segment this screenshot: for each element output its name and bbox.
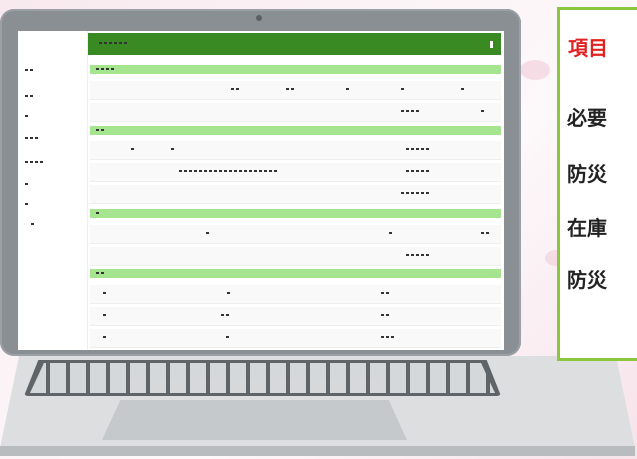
panel-line-4: 防災 <box>567 268 607 292</box>
table-cell <box>480 230 490 237</box>
panel-line-3: 在庫 <box>567 216 607 240</box>
panel-line-2: 防災 <box>567 162 607 186</box>
sidebar-item[interactable] <box>24 181 29 188</box>
webcam-icon <box>256 15 262 21</box>
table-cell <box>405 252 430 259</box>
laptop-screen <box>18 31 504 350</box>
table-cell <box>380 312 390 319</box>
petal-decoration <box>520 60 550 80</box>
table-row[interactable] <box>90 185 501 204</box>
sidebar-item[interactable] <box>30 221 35 228</box>
table-row[interactable] <box>90 103 501 122</box>
panel-title: 項目 <box>568 36 608 60</box>
table-row[interactable] <box>90 247 501 266</box>
table-cell <box>170 146 175 153</box>
panel-line-1: 必要 <box>567 106 607 130</box>
section-header <box>90 126 501 135</box>
table-cell <box>230 86 240 93</box>
section-header <box>90 209 501 218</box>
sidebar-item[interactable] <box>24 93 34 100</box>
table-cell <box>345 86 350 93</box>
app-bar <box>88 33 501 55</box>
table-cell <box>380 334 395 341</box>
keyboard-keys <box>30 363 495 393</box>
table-cell <box>102 290 107 297</box>
menu-button[interactable] <box>490 41 493 48</box>
table-cell <box>205 230 210 237</box>
table-row[interactable] <box>90 285 501 304</box>
sidebar-item[interactable] <box>24 201 29 208</box>
table-row[interactable] <box>90 225 501 244</box>
section-header <box>90 269 501 278</box>
sidebar <box>18 31 88 350</box>
table-cell <box>178 168 278 175</box>
app-title <box>98 39 128 46</box>
table-cell <box>400 190 430 197</box>
table-cell <box>225 334 230 341</box>
table-cell <box>400 86 405 93</box>
table-row[interactable] <box>90 329 501 348</box>
table-cell <box>226 290 231 297</box>
touchpad <box>102 400 407 440</box>
table-cell <box>285 86 295 93</box>
table-cell <box>460 86 465 93</box>
info-panel: 項目 必要 防災 在庫 防災 <box>557 7 637 361</box>
table-cell <box>380 290 390 297</box>
sidebar-item[interactable] <box>24 67 34 74</box>
table-row[interactable] <box>90 81 501 100</box>
laptop-lid <box>0 9 521 356</box>
table-cell <box>102 334 107 341</box>
table-cell <box>405 168 430 175</box>
table-row[interactable] <box>90 307 501 326</box>
table-cell <box>388 230 393 237</box>
laptop-base-edge <box>0 446 635 456</box>
table-cell <box>130 146 135 153</box>
sidebar-item[interactable] <box>24 159 44 166</box>
table-cell <box>102 312 107 319</box>
table-cell <box>220 312 230 319</box>
table-row[interactable] <box>90 163 501 182</box>
sidebar-item[interactable] <box>24 113 29 120</box>
table-cell <box>480 108 485 115</box>
table-cell <box>400 108 420 115</box>
table-cell <box>405 146 430 153</box>
table-row[interactable] <box>90 141 501 160</box>
sidebar-item[interactable] <box>24 135 39 142</box>
section-header <box>90 65 501 74</box>
